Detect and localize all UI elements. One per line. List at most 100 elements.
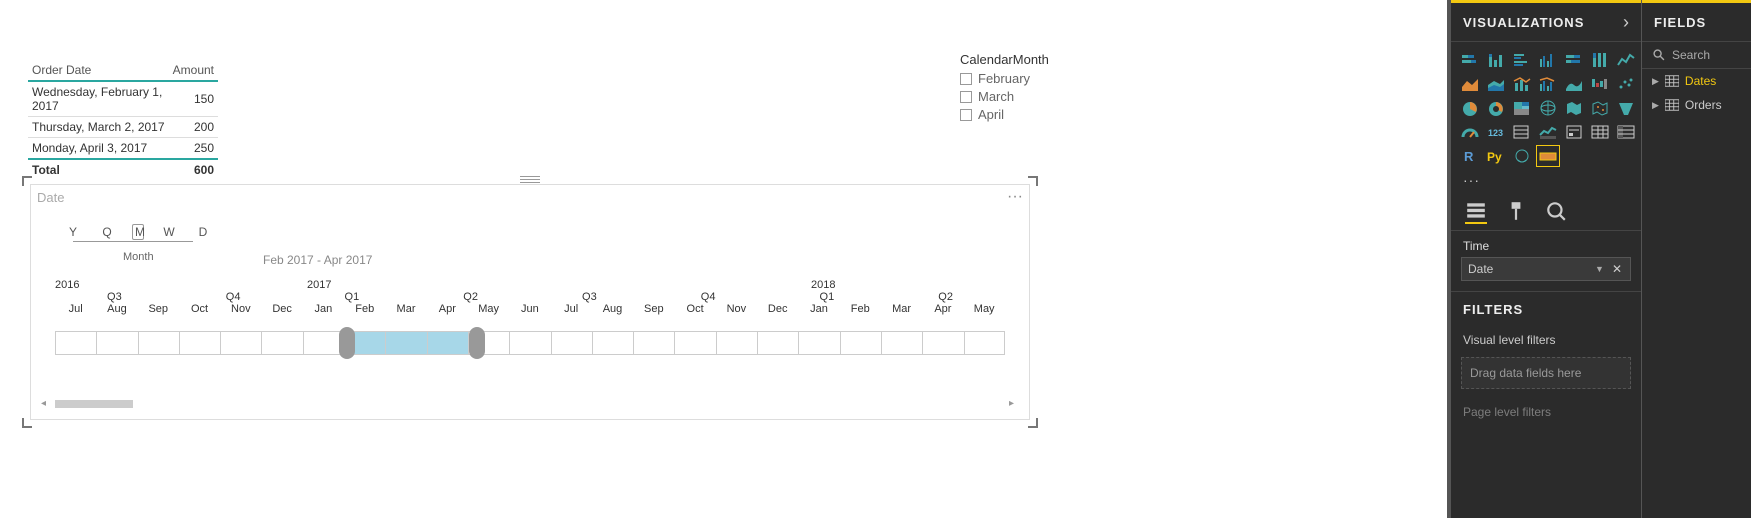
timeline-cells[interactable] [55,331,1005,355]
timeline-cell[interactable] [138,331,179,355]
map-icon[interactable] [1537,98,1559,118]
fields-pane[interactable]: FIELDS Search ▶ Dates ▶ Orders [1641,0,1751,518]
scroll-right-icon[interactable]: ▸ [1009,398,1019,408]
timeline-cell[interactable] [798,331,839,355]
timeline-visual[interactable]: Date ··· Y Q M W D Month Feb 2017 - Apr … [30,184,1030,420]
granularity-picker[interactable]: Y Q M W D Month [67,225,209,239]
move-grip-icon[interactable] [520,176,540,183]
checkbox-unchecked-icon[interactable] [960,73,972,85]
fields-search[interactable]: Search [1642,42,1751,69]
timeline-cell[interactable] [551,331,592,355]
table-row[interactable]: Monday, April 3, 2017250 [28,138,218,160]
waterfall-icon[interactable] [1589,74,1611,94]
field-well-remove-icon[interactable]: ✕ [1610,262,1624,276]
line-stacked-column-icon[interactable] [1511,74,1533,94]
timeline-cell[interactable] [592,331,633,355]
slicer-calendarmonth[interactable]: CalendarMonth February March April [960,52,1100,125]
multi-card-icon[interactable] [1511,122,1533,142]
timeline-custom-icon[interactable] [1537,146,1559,166]
shape-map-icon[interactable] [1589,98,1611,118]
donut-icon[interactable] [1485,98,1507,118]
timeline-cell[interactable] [303,331,344,355]
slicer-option[interactable]: April [960,107,1100,122]
python-visual-icon[interactable]: Py [1485,146,1507,166]
timeline-cell[interactable] [220,331,261,355]
timeline-cell[interactable] [427,331,468,355]
area-chart-icon[interactable] [1459,74,1481,94]
fields-table-dates[interactable]: ▶ Dates [1642,69,1751,93]
timeline-cell[interactable] [633,331,674,355]
ribbon-chart-icon[interactable] [1563,74,1585,94]
stacked-bar-100-icon[interactable] [1563,50,1585,70]
clustered-bar-icon[interactable] [1511,50,1533,70]
matrix-icon[interactable] [1615,122,1637,142]
col-order-date[interactable]: Order Date [28,60,169,81]
line-clustered-column-icon[interactable] [1537,74,1559,94]
expand-icon[interactable]: ▶ [1652,100,1659,111]
slicer-option[interactable]: February [960,71,1100,86]
table-row[interactable]: Thursday, March 2, 2017200 [28,117,218,138]
granularity-month[interactable]: M [132,224,144,240]
stacked-bar-icon[interactable] [1459,50,1481,70]
timeline-cell[interactable] [757,331,798,355]
card-icon[interactable]: 123 [1485,122,1507,142]
col-amount[interactable]: Amount [169,60,218,81]
report-canvas[interactable]: Order Date Amount Wednesday, February 1,… [0,0,1447,518]
analytics-tab-icon[interactable] [1545,200,1567,224]
timeline-cell[interactable] [261,331,302,355]
clustered-column-icon[interactable] [1537,50,1559,70]
scatter-icon[interactable] [1615,74,1637,94]
timeline-visual-selection[interactable]: Date ··· Y Q M W D Month Feb 2017 - Apr … [24,178,1036,426]
granularity-day[interactable]: D [197,225,209,239]
fields-table-orders[interactable]: ▶ Orders [1642,93,1751,117]
treemap-icon[interactable] [1511,98,1533,118]
expand-icon[interactable]: ▶ [1652,76,1659,87]
checkbox-unchecked-icon[interactable] [960,109,972,121]
funnel-icon[interactable] [1615,98,1637,118]
checkbox-unchecked-icon[interactable] [960,91,972,103]
field-well-time[interactable]: Date ▼ ✕ [1461,257,1631,281]
kpi-icon[interactable] [1537,122,1559,142]
timeline-cell[interactable] [922,331,963,355]
table-row[interactable]: Wednesday, February 1, 2017150 [28,81,218,117]
filters-dropzone[interactable]: Drag data fields here [1461,357,1631,389]
timeline-cell[interactable] [881,331,922,355]
timeline-cell[interactable] [509,331,550,355]
timeline-cell[interactable] [55,331,96,355]
stacked-column-100-icon[interactable] [1589,50,1611,70]
scroll-track[interactable] [41,397,1019,411]
timeline-cell[interactable] [716,331,757,355]
table-icon[interactable] [1589,122,1611,142]
timeline-cell[interactable] [179,331,220,355]
format-tab-icon[interactable] [1505,200,1527,224]
stacked-area-icon[interactable] [1485,74,1507,94]
granularity-quarter[interactable]: Q [101,225,113,239]
gauge-icon[interactable] [1459,122,1481,142]
arcgis-icon[interactable] [1511,146,1533,166]
more-options-icon[interactable]: ··· [1007,188,1023,206]
visualizations-pane[interactable]: VISUALIZATIONS › 123RPy··· Time Date ▼ ✕… [1447,0,1641,518]
line-chart-icon[interactable] [1615,50,1637,70]
visualization-gallery[interactable]: 123RPy··· [1451,42,1641,194]
fields-tab-icon[interactable] [1465,200,1487,224]
granularity-week[interactable]: W [163,225,175,239]
stacked-column-icon[interactable] [1485,50,1507,70]
timeline-drag-handle-left[interactable] [339,327,355,359]
table-visual[interactable]: Order Date Amount Wednesday, February 1,… [28,60,218,180]
r-visual-icon[interactable]: R [1459,146,1481,166]
timeline-cell[interactable] [964,331,1005,355]
scroll-thumb[interactable] [55,400,133,408]
pie-icon[interactable] [1459,98,1481,118]
timeline-cell[interactable] [385,331,426,355]
timeline-cell[interactable] [96,331,137,355]
timeline-cell[interactable] [674,331,715,355]
filled-map-icon[interactable] [1563,98,1585,118]
slicer-option[interactable]: March [960,89,1100,104]
collapse-pane-icon[interactable]: › [1623,12,1629,33]
field-well-dropdown-icon[interactable]: ▼ [1595,264,1604,274]
timeline-cell[interactable] [840,331,881,355]
timeline-scrollbar[interactable]: ◂ ▸ [41,397,1019,411]
timeline-drag-handle-right[interactable] [469,327,485,359]
import-custom-visual-icon[interactable]: ··· [1459,170,1481,190]
granularity-year[interactable]: Y [67,225,79,239]
